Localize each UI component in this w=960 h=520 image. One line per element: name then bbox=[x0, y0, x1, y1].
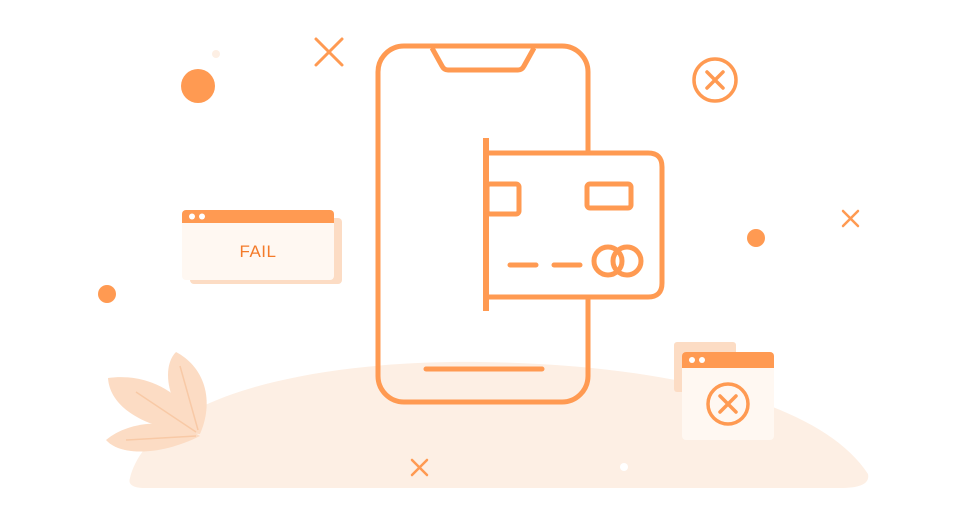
close-icon bbox=[314, 37, 344, 67]
error-window-icon bbox=[674, 342, 774, 440]
circle-x-icon bbox=[692, 57, 738, 103]
dot-icon bbox=[98, 285, 116, 303]
dot-icon bbox=[620, 463, 628, 471]
fail-label: FAIL bbox=[239, 242, 277, 261]
illustration bbox=[98, 37, 869, 488]
close-icon bbox=[841, 209, 860, 228]
credit-card-icon bbox=[483, 138, 665, 311]
leaves-icon bbox=[106, 352, 207, 452]
dot-icon bbox=[181, 69, 215, 103]
dot-icon bbox=[212, 50, 220, 58]
dot-icon bbox=[747, 229, 765, 247]
